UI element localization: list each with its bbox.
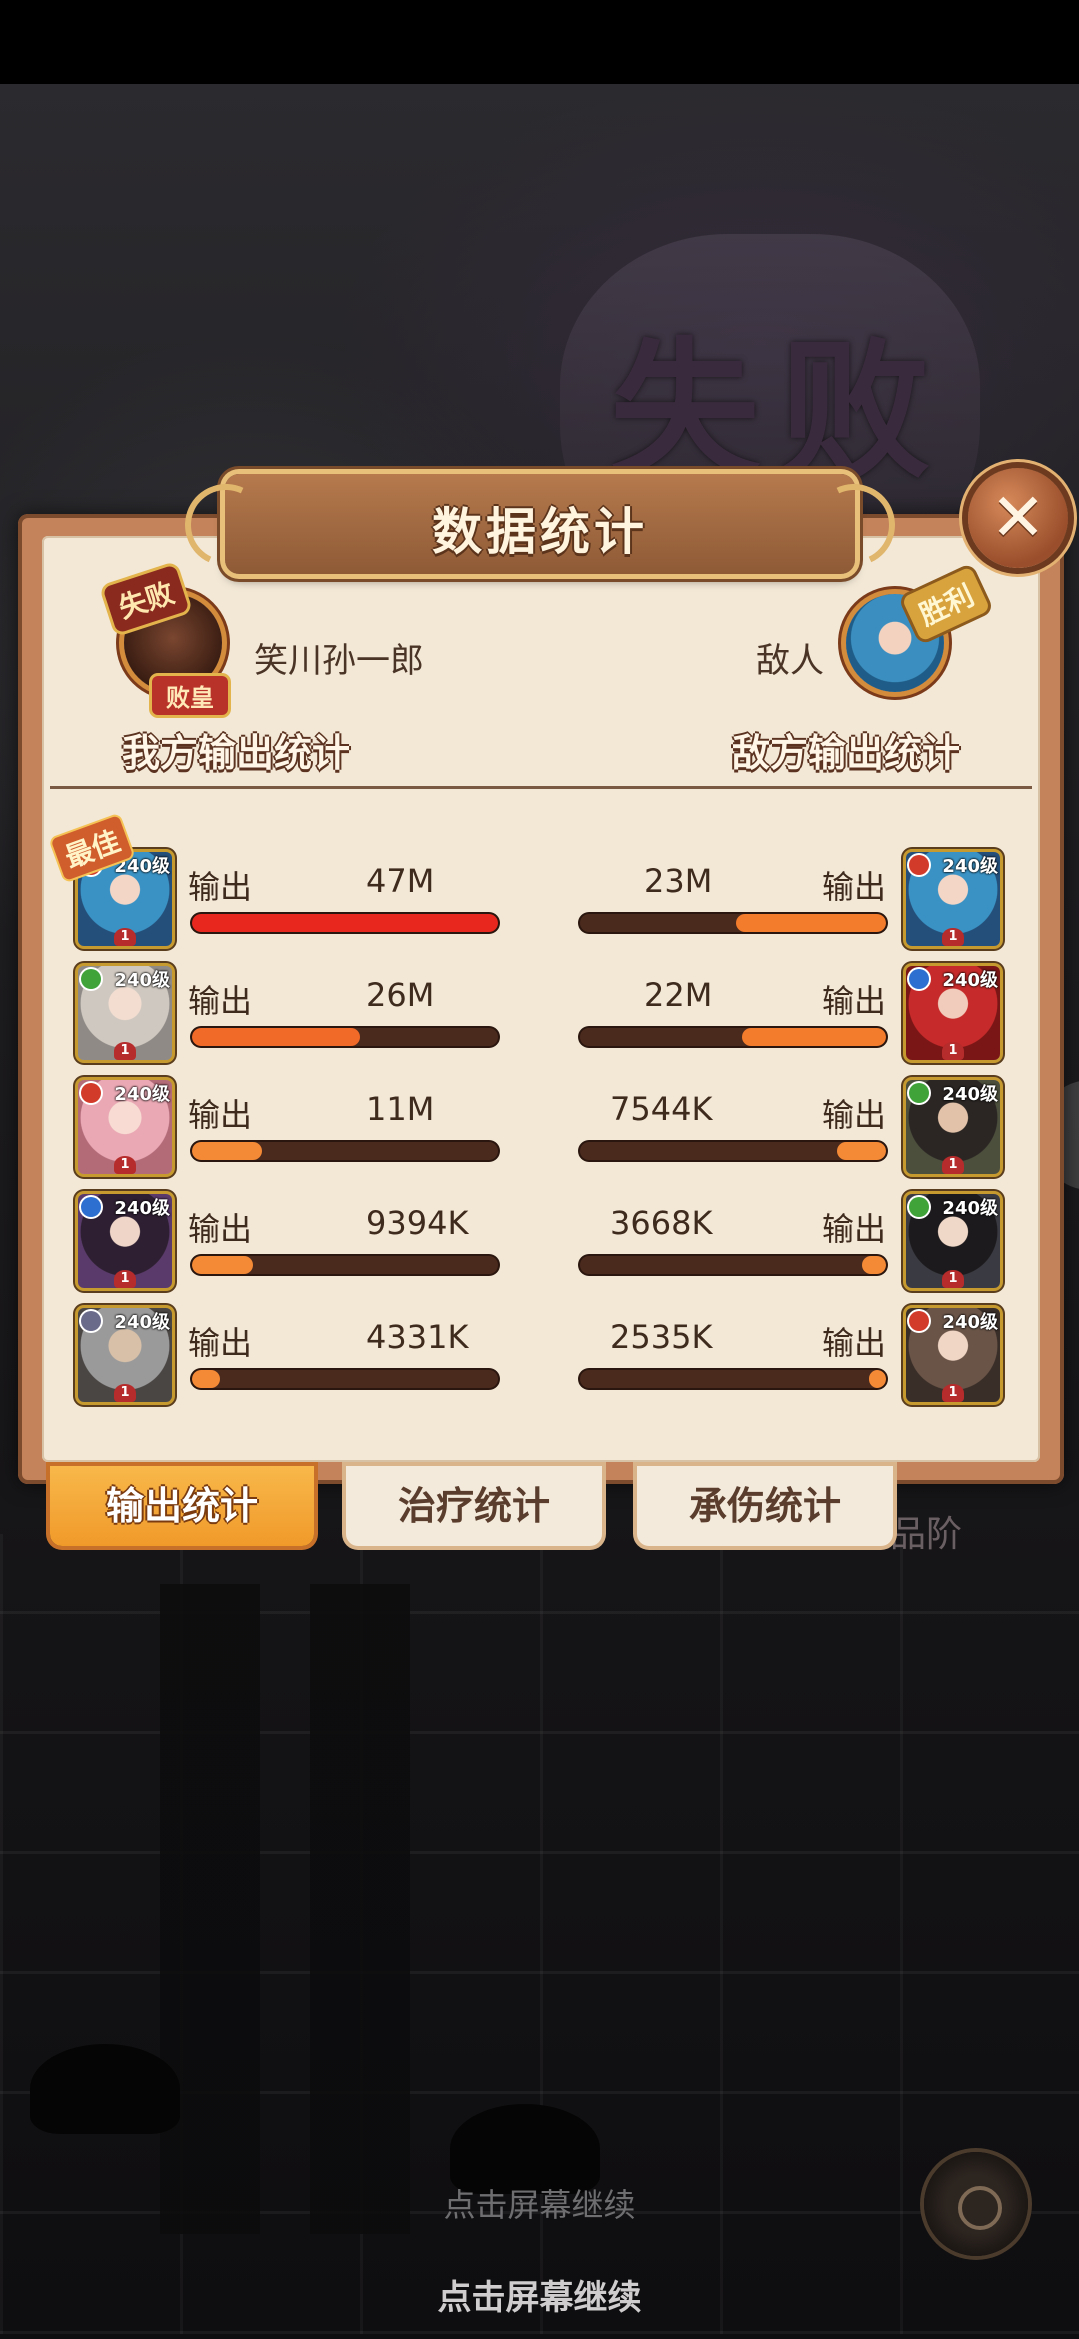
our-damage-value: 11M — [366, 1090, 435, 1128]
our-damage-value: 47M — [366, 862, 435, 900]
output-label: 输出 — [188, 982, 253, 1020]
element-icon — [81, 1311, 101, 1331]
our-damage-value: 26M — [366, 976, 435, 1014]
star-icon: 1 — [942, 1042, 964, 1060]
star-icon: 1 — [114, 1270, 136, 1288]
output-label: 输出 — [822, 1210, 887, 1248]
dialog-title: 数据统计 — [432, 503, 648, 561]
hero-level: 240级 — [942, 1084, 998, 1105]
enemy-damage-bar-fill — [861, 1256, 886, 1274]
character-legs — [120, 1584, 450, 2234]
hero-level: 240级 — [114, 1198, 170, 1219]
tab-damage[interactable]: 输出统计 — [50, 1466, 314, 1546]
enemy-damage-value: 23M — [644, 862, 713, 900]
enemy-team-name: 敌人 — [756, 641, 824, 681]
our-damage-value: 4331K — [366, 1318, 469, 1356]
our-hero-portrait[interactable]: 240级 1 — [78, 1080, 172, 1174]
output-label: 输出 — [822, 1324, 887, 1362]
enemy-damage-bar-fill — [837, 1142, 886, 1160]
enemy-hero-portrait[interactable]: 240级 1 — [906, 966, 1000, 1060]
enemy-damage-bar-fill — [736, 914, 886, 932]
hero-level: 240级 — [114, 1312, 170, 1333]
enemy-hero-portrait[interactable]: 240级 1 — [906, 1308, 1000, 1402]
output-label: 输出 — [188, 1210, 253, 1248]
output-label: 输出 — [822, 868, 887, 906]
our-damage-caption: 我方输出统计 — [122, 731, 351, 775]
our-damage-bar-fill — [192, 1256, 254, 1274]
enemy-damage-value: 22M — [644, 976, 713, 1014]
continue-hint-faded: 点击屏幕继续 — [443, 2186, 636, 2224]
enemy-damage-bar — [580, 914, 886, 932]
star-icon: 1 — [942, 1156, 964, 1174]
background-rank-label: 品阶 — [890, 1514, 963, 1555]
close-x-icon: ✕ — [990, 479, 1046, 556]
our-hero-portrait[interactable]: 240级 1 — [78, 1194, 172, 1288]
our-damage-bar-fill — [192, 1142, 263, 1160]
enemy-damage-bar — [580, 1028, 886, 1046]
our-damage-bar-fill — [192, 1028, 361, 1046]
close-button[interactable]: ✕ — [968, 468, 1068, 568]
element-icon — [909, 1311, 929, 1331]
star-icon: 1 — [942, 1384, 964, 1402]
element-icon — [81, 1197, 101, 1217]
enemy-damage-value: 7544K — [610, 1090, 713, 1128]
tab-damage-taken[interactable]: 承伤统计 — [637, 1466, 893, 1546]
output-label: 输出 — [822, 982, 887, 1020]
rank-badge: 败皇 — [152, 676, 228, 715]
star-icon: 1 — [114, 928, 136, 946]
output-label: 输出 — [188, 1096, 253, 1134]
enemy-damage-value: 2535K — [610, 1318, 713, 1356]
star-icon: 1 — [942, 1270, 964, 1288]
our-damage-bar — [192, 1370, 498, 1388]
our-hero-portrait[interactable]: 240级 1 — [78, 966, 172, 1060]
enemy-damage-value: 3668K — [610, 1204, 713, 1242]
hero-level: 240级 — [942, 1312, 998, 1333]
tab-healing[interactable]: 治疗统计 — [346, 1466, 602, 1546]
star-icon: 1 — [942, 928, 964, 946]
hero-level: 240级 — [942, 1198, 998, 1219]
dialog-title-banner: 数据统计 — [173, 472, 907, 578]
our-hero-portrait[interactable]: 240级 1 — [78, 1308, 172, 1402]
enemy-hero-portrait[interactable]: 240级 1 — [906, 1194, 1000, 1288]
our-damage-bar — [192, 1256, 498, 1274]
status-bar — [0, 0, 1079, 84]
hero-level: 240级 — [942, 970, 998, 991]
character-shoe — [30, 2044, 180, 2134]
element-icon — [81, 969, 101, 989]
element-icon — [909, 969, 929, 989]
our-damage-bar-fill — [192, 1370, 220, 1388]
enemy-hero-portrait[interactable]: 240级 1 — [906, 1080, 1000, 1174]
our-team-name: 笑川孙一郎 — [254, 641, 424, 681]
star-icon: 1 — [114, 1156, 136, 1174]
continue-hint[interactable]: 点击屏幕继续 — [0, 2270, 1079, 2319]
our-damage-bar-fill — [192, 914, 498, 932]
output-label: 输出 — [822, 1096, 887, 1134]
hero-level: 240级 — [942, 856, 998, 877]
enemy-damage-bar-fill — [742, 1028, 886, 1046]
clock-icon[interactable] — [924, 2152, 1028, 2256]
header-divider — [50, 786, 1032, 789]
enemy-hero-portrait[interactable]: 240级 1 — [906, 852, 1000, 946]
star-icon: 1 — [114, 1042, 136, 1060]
element-icon — [909, 1083, 929, 1103]
output-label: 输出 — [188, 1324, 253, 1362]
our-damage-value: 9394K — [366, 1204, 469, 1242]
enemy-damage-bar — [580, 1256, 886, 1274]
enemy-damage-bar — [580, 1370, 886, 1388]
output-label: 输出 — [188, 868, 253, 906]
star-icon: 1 — [114, 1384, 136, 1402]
element-icon — [909, 855, 929, 875]
our-damage-bar — [192, 1028, 498, 1046]
element-icon — [81, 1083, 101, 1103]
our-damage-bar — [192, 914, 498, 932]
hero-level: 240级 — [114, 1084, 170, 1105]
element-icon — [909, 1197, 929, 1217]
our-damage-bar — [192, 1142, 498, 1160]
hero-level: 240级 — [114, 970, 170, 991]
enemy-damage-bar — [580, 1142, 886, 1160]
enemy-damage-bar-fill — [869, 1370, 886, 1388]
enemy-damage-caption: 敌方输出统计 — [732, 731, 961, 775]
